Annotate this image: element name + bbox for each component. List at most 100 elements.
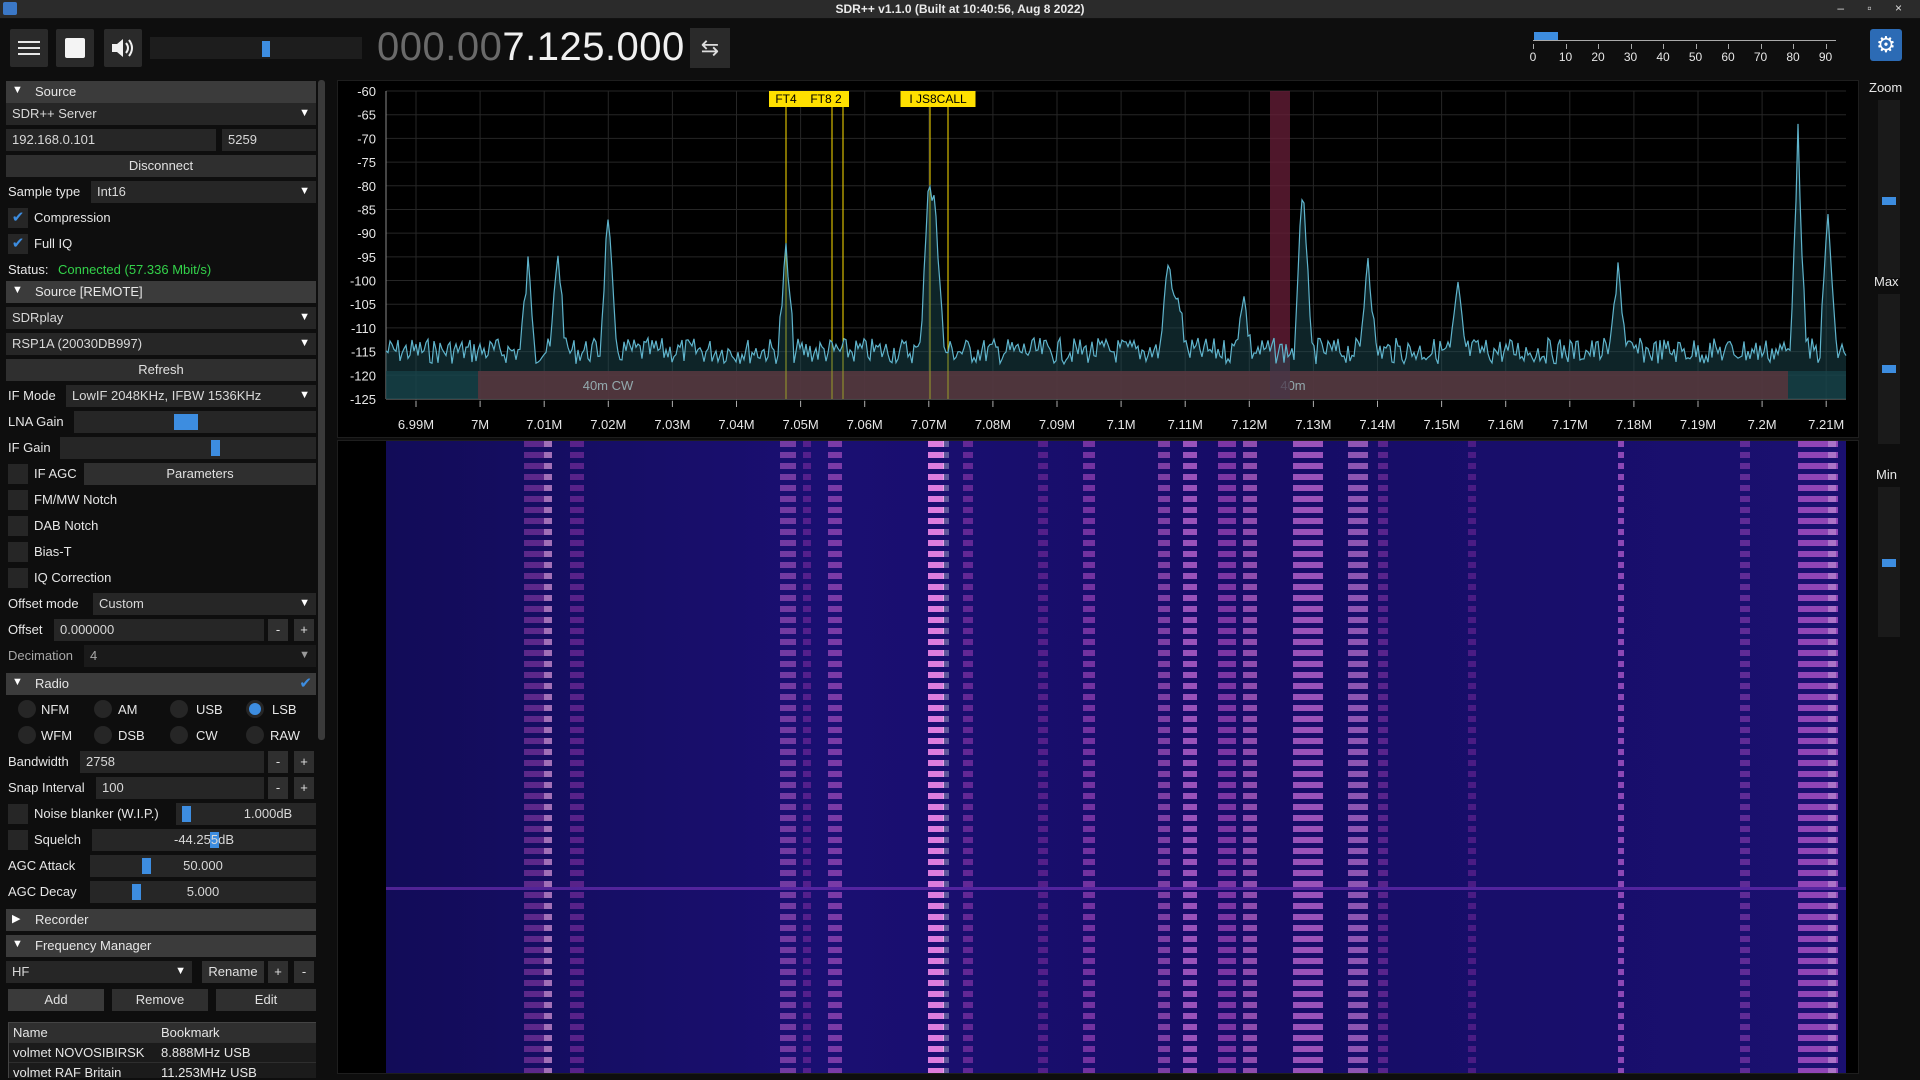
waterfall-signal-band (828, 441, 842, 1073)
server-host-input[interactable]: 192.168.0.101 (6, 129, 216, 151)
edit-bookmark-button[interactable]: Edit (216, 989, 316, 1011)
cw-radio[interactable] (170, 726, 188, 744)
waterfall[interactable] (337, 440, 1859, 1074)
snap-increment-button[interactable]: + (294, 777, 314, 799)
delete-list-button[interactable]: - (294, 961, 314, 983)
snap-interval-input[interactable]: 100 (96, 777, 264, 799)
menu-button[interactable] (10, 29, 48, 67)
swap-vfo-button[interactable]: ⇆ (690, 28, 730, 68)
fft-spectrum[interactable]: -60 -65 -70 -75 -80 -85 -90 -95 -100 -105 -110 -115… (337, 80, 1859, 438)
frequency-manager-header[interactable]: ▼ Frequency Manager (6, 935, 316, 957)
lna-gain-grab[interactable] (174, 414, 198, 430)
device-select[interactable]: RSP1A (20030DB997) ▼ (6, 333, 316, 355)
max-slider-grab[interactable] (1882, 364, 1896, 373)
bandwidth-increment-button[interactable]: + (294, 751, 314, 773)
device-type-select[interactable]: SDRplay ▼ (6, 307, 316, 329)
raw-label: RAW (270, 728, 300, 743)
refresh-button[interactable]: Refresh (6, 359, 316, 381)
full-iq-checkbox[interactable]: ✔ (8, 234, 28, 254)
zoom-slider[interactable] (1878, 100, 1900, 278)
compression-checkbox[interactable]: ✔ (8, 208, 28, 228)
decimation-select[interactable]: 4 ▼ (84, 645, 316, 667)
agc-attack-slider[interactable]: 50.000 (90, 855, 316, 877)
window-controls[interactable]: – ▫ × (1837, 1, 1912, 15)
fft-plot[interactable]: -60 -65 -70 -75 -80 -85 -90 -95 -100 -105 -110 -115… (338, 81, 1858, 437)
settings-button[interactable]: ⚙ (1870, 29, 1902, 61)
x-tick-label: 7.03M (654, 417, 690, 432)
if-gain-slider[interactable] (60, 437, 316, 459)
nfm-radio[interactable] (18, 700, 36, 718)
x-tick-label: 7.05M (783, 417, 819, 432)
offset-increment-button[interactable]: + (294, 619, 314, 641)
am-radio[interactable] (94, 700, 112, 718)
radio-enabled-checkmark-icon[interactable]: ✔ (299, 674, 312, 692)
y-tick-label: -75 (357, 155, 376, 170)
panel-scrollbar[interactable] (318, 80, 325, 740)
remote-source-header[interactable]: ▼ Source [REMOTE] (6, 281, 316, 303)
rename-list-button[interactable]: Rename (202, 961, 264, 983)
usb-radio[interactable] (170, 700, 188, 718)
waterfall-signal-band (1740, 441, 1750, 1073)
volume-slider-grab[interactable] (262, 41, 270, 57)
iq-correction-checkbox[interactable] (8, 568, 28, 588)
noise-blanker-slider[interactable]: 1.000dB (176, 803, 316, 825)
if-mode-select[interactable]: LowIF 2048KHz, IFBW 1536KHz ▼ (66, 385, 316, 407)
wfm-radio[interactable] (18, 726, 36, 744)
waterfall-signal-band (1038, 441, 1048, 1073)
zoom-slider-grab[interactable] (1882, 197, 1896, 205)
frequency-display[interactable]: 000.007.125.000 (377, 25, 685, 70)
offset-input[interactable]: 0.000000 (54, 619, 264, 641)
fm-notch-checkbox[interactable] (8, 490, 28, 510)
sample-type-select[interactable]: Int16 ▼ (91, 181, 316, 203)
stop-button[interactable] (56, 29, 94, 67)
dropdown-arrow-icon: ▼ (299, 389, 310, 401)
bookmark-name-cell: volmet RAF Britain (13, 1065, 122, 1078)
max-slider[interactable] (1878, 294, 1900, 444)
snr-tick-label: 40 (1656, 50, 1670, 64)
frequency-leading-digits[interactable]: 000.00 (377, 25, 502, 69)
dab-notch-checkbox[interactable] (8, 516, 28, 536)
remove-bookmark-button[interactable]: Remove (112, 989, 208, 1011)
source-type-select[interactable]: SDR++ Server ▼ (6, 103, 316, 125)
frequency-digits[interactable]: 7.125.000 (502, 25, 684, 69)
bookmark-list-select[interactable]: HF ▼ (6, 961, 192, 983)
table-row[interactable]: volmet RAF Britain 11.253MHz USB (9, 1062, 316, 1078)
if-agc-checkbox[interactable] (8, 464, 28, 484)
waterfall-signal-band (1618, 441, 1624, 1073)
bandwidth-input[interactable]: 2758 (80, 751, 264, 773)
raw-radio[interactable] (246, 726, 264, 744)
volume-slider[interactable] (150, 37, 362, 59)
if-gain-grab[interactable] (211, 440, 220, 456)
bandwidth-decrement-button[interactable]: - (268, 751, 288, 773)
x-tick-label: 7.19M (1680, 417, 1716, 432)
lna-gain-slider[interactable] (74, 411, 316, 433)
agc-decay-value: 5.000 (186, 884, 220, 899)
snap-decrement-button[interactable]: - (268, 777, 288, 799)
squelch-slider[interactable]: -44.255dB (92, 829, 316, 851)
offset-mode-select[interactable]: Custom ▼ (93, 593, 316, 615)
add-bookmark-button[interactable]: Add (8, 989, 104, 1011)
noise-blanker-grab[interactable] (182, 806, 191, 822)
offset-decrement-button[interactable]: - (268, 619, 288, 641)
noise-blanker-checkbox[interactable] (8, 804, 28, 824)
y-tick-label: -85 (357, 202, 376, 217)
table-row[interactable]: volmet NOVOSIBIRSK 8.888MHz USB (9, 1042, 316, 1062)
squelch-checkbox[interactable] (8, 830, 28, 850)
add-list-button[interactable]: + (268, 961, 288, 983)
bias-t-checkbox[interactable] (8, 542, 28, 562)
disconnect-button[interactable]: Disconnect (6, 155, 316, 177)
column-name-header[interactable]: Name (13, 1025, 48, 1040)
agc-decay-slider[interactable]: 5.000 (90, 881, 316, 903)
column-bookmark-header[interactable]: Bookmark (161, 1025, 220, 1040)
source-header[interactable]: ▼ Source (6, 81, 316, 103)
am-label: AM (118, 702, 138, 717)
server-port-input[interactable]: 5259 (222, 129, 316, 151)
recorder-header[interactable]: ▶ Recorder (6, 909, 316, 931)
dsb-radio[interactable] (94, 726, 112, 744)
min-slider-grab[interactable] (1882, 559, 1896, 567)
min-slider[interactable] (1878, 487, 1900, 637)
lsb-radio[interactable] (246, 700, 264, 718)
mute-button[interactable] (104, 29, 142, 67)
parameters-button[interactable]: Parameters (84, 463, 316, 485)
radio-header[interactable]: ▼ Radio ✔ (6, 673, 316, 695)
